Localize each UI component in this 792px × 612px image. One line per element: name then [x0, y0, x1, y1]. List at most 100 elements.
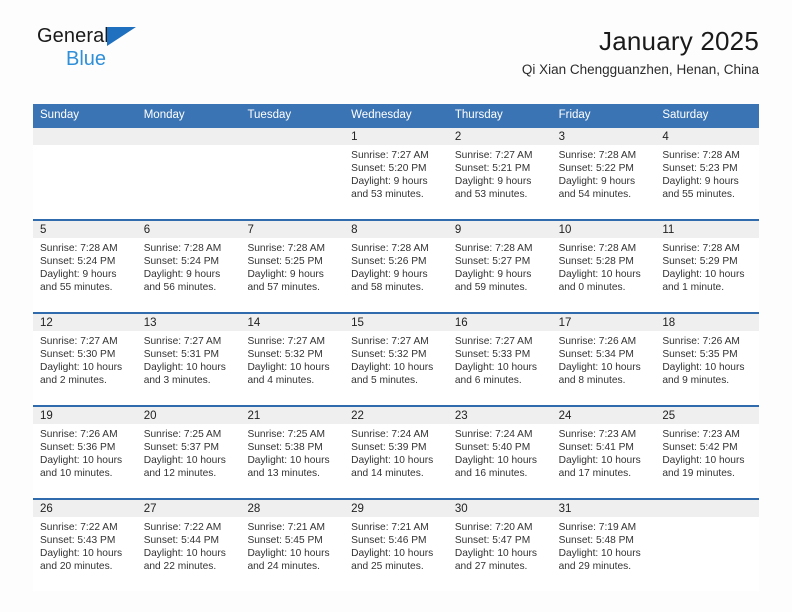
- day-cell[interactable]: 25 Sunrise: 7:23 AM Sunset: 5:42 PM Dayligh…: [655, 406, 760, 498]
- daylight-text-line1: Daylight: 10 hours: [454, 455, 537, 467]
- sunset-text: Sunset: 5:42 PM: [662, 441, 738, 453]
- day-cell[interactable]: 5 Sunrise: 7:28 AM Sunset: 5:24 PM Daylight…: [33, 220, 137, 312]
- day-cell[interactable]: 27 Sunrise: 7:22 AM Sunset: 5:44 PM Dayligh…: [136, 499, 241, 591]
- day-details: Sunrise: 7:26 AM Sunset: 5:34 PM Daylight:…: [552, 331, 656, 388]
- day-cell[interactable]: 7 Sunrise: 7:28 AM Sunset: 5:25 PM Daylight…: [240, 220, 345, 312]
- sunset-text: Sunset: 5:25 PM: [247, 255, 323, 267]
- calendar-grid: Sunday Monday Tuesday Wednesday Thursday Frid…: [33, 104, 760, 591]
- generalblue-logo[interactable]: General Blue: [37, 26, 217, 74]
- day-cell[interactable]: 22 Sunrise: 7:24 AM Sunset: 5:39 PM Dayligh…: [344, 406, 448, 498]
- sunrise-text: Sunrise: 7:21 AM: [247, 521, 326, 533]
- daylight-text-line1: Daylight: 9 hours: [143, 269, 221, 281]
- day-number: [33, 127, 137, 145]
- daylight-text-line2: and 3 minutes.: [143, 375, 211, 387]
- sunset-text: Sunset: 5:30 PM: [40, 348, 116, 360]
- day-cell[interactable]: 24 Sunrise: 7:23 AM Sunset: 5:41 PM Dayligh…: [551, 406, 656, 498]
- sunrise-text: Sunrise: 7:23 AM: [558, 428, 637, 440]
- daylight-text-line1: Daylight: 10 hours: [143, 548, 226, 560]
- day-details: Sunrise: 7:28 AM Sunset: 5:27 PM Daylight:…: [448, 238, 552, 295]
- day-cell[interactable]: 9 Sunrise: 7:28 AM Sunset: 5:27 PM Daylight…: [447, 220, 552, 312]
- day-cell[interactable]: 19 Sunrise: 7:26 AM Sunset: 5:36 PM Dayligh…: [33, 406, 137, 498]
- sunrise-text: Sunrise: 7:21 AM: [351, 521, 429, 533]
- day-cell[interactable]: 6 Sunrise: 7:28 AM Sunset: 5:24 PM Daylight…: [136, 220, 241, 312]
- day-number: 4: [655, 127, 760, 145]
- day-cell[interactable]: 21 Sunrise: 7:25 AM Sunset: 5:38 PM Dayligh…: [240, 406, 345, 498]
- daylight-text-line1: Daylight: 9 hours: [351, 269, 428, 281]
- day-cell[interactable]: 28 Sunrise: 7:21 AM Sunset: 5:45 PM Dayligh…: [240, 499, 345, 591]
- day-cell[interactable]: 14 Sunrise: 7:27 AM Sunset: 5:32 PM Dayligh…: [240, 313, 345, 405]
- day-details: Sunrise: 7:24 AM Sunset: 5:39 PM Daylight:…: [344, 424, 448, 481]
- day-number: 13: [136, 313, 241, 331]
- sunrise-text: Sunrise: 7:28 AM: [558, 149, 637, 161]
- daylight-text-line1: Daylight: 9 hours: [247, 269, 324, 281]
- daylight-text-line1: Daylight: 10 hours: [40, 548, 123, 560]
- day-details: [655, 517, 759, 521]
- day-details: Sunrise: 7:28 AM Sunset: 5:23 PM Daylight:…: [655, 145, 759, 202]
- daylight-text-line2: and 5 minutes.: [351, 375, 418, 387]
- day-number: 29: [344, 499, 448, 517]
- day-cell[interactable]: 23 Sunrise: 7:24 AM Sunset: 5:40 PM Dayligh…: [447, 406, 552, 498]
- daylight-text-line1: Daylight: 10 hours: [351, 455, 434, 467]
- day-cell[interactable]: 4 Sunrise: 7:28 AM Sunset: 5:23 PM Daylight…: [655, 127, 760, 219]
- day-cell[interactable]: 13 Sunrise: 7:27 AM Sunset: 5:31 PM Dayligh…: [136, 313, 241, 405]
- day-cell[interactable]: 26 Sunrise: 7:22 AM Sunset: 5:43 PM Dayligh…: [33, 499, 137, 591]
- day-cell-empty: [655, 499, 760, 591]
- sunset-text: Sunset: 5:48 PM: [558, 534, 634, 546]
- sunrise-text: Sunrise: 7:28 AM: [143, 242, 222, 254]
- day-number: 16: [447, 313, 552, 331]
- sunset-text: Sunset: 5:38 PM: [247, 441, 323, 453]
- day-details: Sunrise: 7:27 AM Sunset: 5:33 PM Daylight:…: [448, 331, 552, 388]
- sunset-text: Sunset: 5:32 PM: [351, 348, 427, 360]
- calendar-week-row: 19 Sunrise: 7:26 AM Sunset: 5:36 PM Dayligh…: [33, 404, 760, 498]
- day-cell[interactable]: 17 Sunrise: 7:26 AM Sunset: 5:34 PM Dayligh…: [551, 313, 656, 405]
- daylight-text-line2: and 1 minute.: [662, 282, 725, 294]
- daylight-text-line2: and 57 minutes.: [247, 282, 320, 294]
- day-cell[interactable]: 8 Sunrise: 7:28 AM Sunset: 5:26 PM Daylight…: [344, 220, 448, 312]
- day-number: 14: [240, 313, 345, 331]
- sunset-text: Sunset: 5:20 PM: [351, 162, 427, 174]
- calendar-week-row: 12 Sunrise: 7:27 AM Sunset: 5:30 PM Dayligh…: [33, 311, 760, 405]
- daylight-text-line2: and 9 minutes.: [662, 375, 730, 387]
- day-cell[interactable]: 15 Sunrise: 7:27 AM Sunset: 5:32 PM Dayligh…: [344, 313, 448, 405]
- day-cell[interactable]: 30 Sunrise: 7:20 AM Sunset: 5:47 PM Dayligh…: [447, 499, 552, 591]
- day-number: 3: [551, 127, 656, 145]
- day-cell[interactable]: 20 Sunrise: 7:25 AM Sunset: 5:37 PM Dayligh…: [136, 406, 241, 498]
- day-cell[interactable]: 1 Sunrise: 7:27 AM Sunset: 5:20 PM Daylight…: [344, 127, 448, 219]
- day-number: [240, 127, 345, 145]
- day-cell[interactable]: 29 Sunrise: 7:21 AM Sunset: 5:46 PM Dayligh…: [344, 499, 448, 591]
- daylight-text-line2: and 12 minutes.: [143, 468, 217, 480]
- sunrise-text: Sunrise: 7:25 AM: [247, 428, 326, 440]
- day-cell[interactable]: 3 Sunrise: 7:28 AM Sunset: 5:22 PM Daylight…: [551, 127, 656, 219]
- daylight-text-line2: and 55 minutes.: [662, 189, 735, 201]
- weekday-header-friday: Friday: [558, 109, 591, 121]
- day-cell[interactable]: 18 Sunrise: 7:26 AM Sunset: 5:35 PM Dayligh…: [655, 313, 760, 405]
- day-number: 7: [240, 220, 345, 238]
- day-number: 28: [240, 499, 345, 517]
- daylight-text-line2: and 55 minutes.: [40, 282, 113, 294]
- daylight-text-line2: and 14 minutes.: [351, 468, 424, 480]
- sunrise-text: Sunrise: 7:27 AM: [143, 335, 222, 347]
- day-cell[interactable]: 10 Sunrise: 7:28 AM Sunset: 5:28 PM Dayligh…: [551, 220, 656, 312]
- day-cell[interactable]: 12 Sunrise: 7:27 AM Sunset: 5:30 PM Dayligh…: [33, 313, 137, 405]
- day-number: 22: [344, 406, 448, 424]
- daylight-text-line2: and 10 minutes.: [40, 468, 113, 480]
- day-details: Sunrise: 7:23 AM Sunset: 5:41 PM Daylight:…: [552, 424, 656, 481]
- day-details: Sunrise: 7:28 AM Sunset: 5:25 PM Daylight:…: [240, 238, 344, 295]
- sunrise-text: Sunrise: 7:28 AM: [247, 242, 326, 254]
- day-details: Sunrise: 7:22 AM Sunset: 5:44 PM Daylight:…: [137, 517, 241, 574]
- daylight-text-line1: Daylight: 10 hours: [454, 362, 537, 374]
- sunset-text: Sunset: 5:45 PM: [247, 534, 323, 546]
- day-cell[interactable]: 31 Sunrise: 7:19 AM Sunset: 5:48 PM Dayligh…: [551, 499, 656, 591]
- day-cell[interactable]: 11 Sunrise: 7:28 AM Sunset: 5:29 PM Dayligh…: [655, 220, 760, 312]
- daylight-text-line1: Daylight: 10 hours: [558, 362, 641, 374]
- day-cell[interactable]: 2 Sunrise: 7:27 AM Sunset: 5:21 PM Daylight…: [447, 127, 552, 219]
- daylight-text-line2: and 25 minutes.: [351, 561, 424, 573]
- day-number: 6: [136, 220, 241, 238]
- day-details: Sunrise: 7:27 AM Sunset: 5:21 PM Daylight:…: [448, 145, 552, 202]
- daylight-text-line2: and 56 minutes.: [143, 282, 217, 294]
- daylight-text-line1: Daylight: 10 hours: [558, 548, 641, 560]
- daylight-text-line1: Daylight: 9 hours: [454, 176, 532, 188]
- day-cell[interactable]: 16 Sunrise: 7:27 AM Sunset: 5:33 PM Dayligh…: [447, 313, 552, 405]
- sunset-text: Sunset: 5:36 PM: [40, 441, 116, 453]
- daylight-text-line2: and 17 minutes.: [558, 468, 632, 480]
